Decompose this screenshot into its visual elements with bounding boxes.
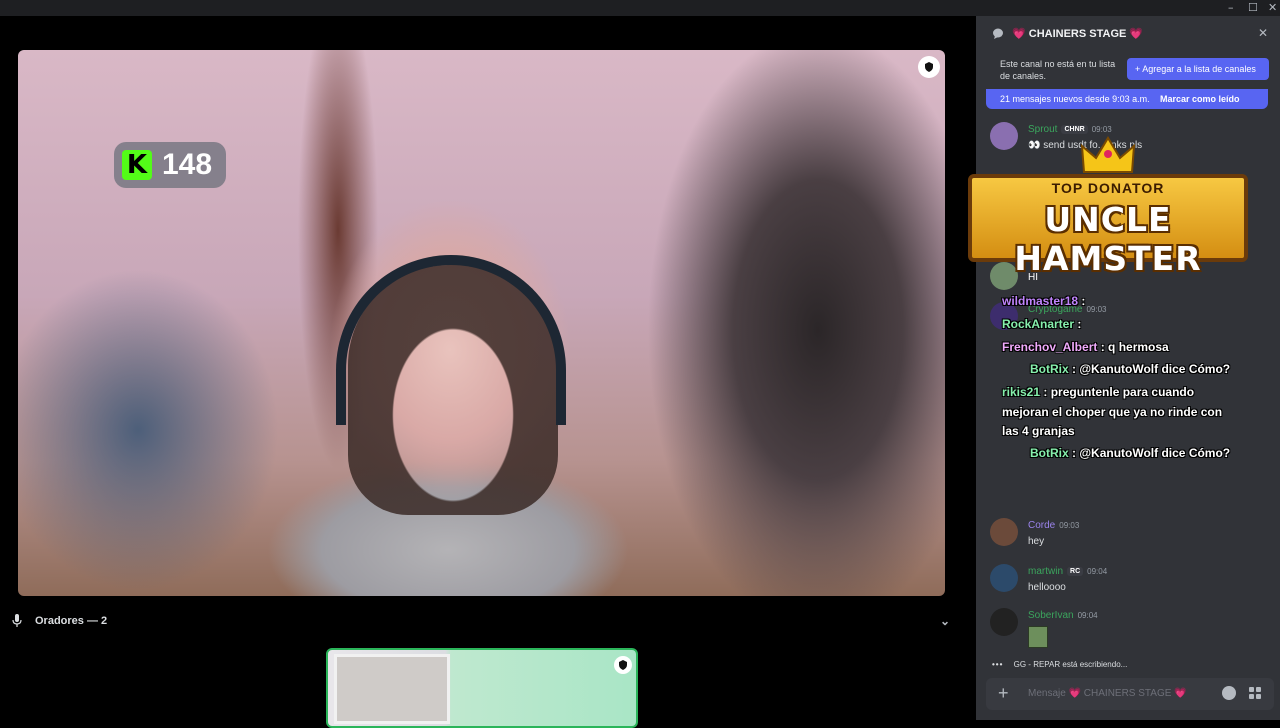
message-text: hey — [1028, 536, 1045, 547]
plus-icon[interactable]: + — [998, 683, 1009, 704]
overlay-chat-user: rikis21 — [1002, 385, 1041, 399]
overlay-chat-text: : @KanutoWolf dice Cómo? — [1068, 362, 1231, 376]
overlay-chat-user: BotRix — [1030, 446, 1069, 460]
speakers-label: Oradores — 2 — [35, 615, 108, 627]
emoji-icon[interactable] — [1222, 686, 1236, 700]
avatar[interactable] — [990, 564, 1018, 592]
shield-icon[interactable] — [614, 656, 632, 674]
sticker-image — [1028, 626, 1048, 648]
typing-indicator: ••• GG - REPAR está escribiendo... — [992, 660, 1127, 669]
overlay-chat-text: : @KanutoWolf dice Cómo? — [1068, 446, 1231, 460]
overlay-chat-line: rikis21 : preguntenle para cuando — [1002, 385, 1194, 399]
channel-title: 💗 CHAINERS STAGE 💗 — [1012, 28, 1144, 40]
avatar[interactable] — [990, 608, 1018, 636]
username-text[interactable]: Corde — [1028, 520, 1055, 531]
message-time: 09:04 — [1087, 567, 1108, 576]
message-composer[interactable]: + Mensaje 💗 CHAINERS STAGE 💗 — [986, 678, 1274, 710]
crown-icon — [1080, 136, 1136, 173]
message-time: 09:03 — [1086, 305, 1107, 314]
overlay-chat-line: las 4 granjas — [1002, 424, 1075, 438]
username-text[interactable]: SoberIvan — [1028, 610, 1074, 621]
message-time: 09:04 — [1077, 611, 1098, 620]
message-text: helloooo — [1028, 582, 1066, 593]
new-messages-text: 21 mensajes nuevos desde 9:03 a.m. — [1000, 94, 1150, 104]
overlay-chat-text: : — [1078, 294, 1086, 308]
overlay-chat-user: BotRix — [1030, 362, 1069, 376]
top-donator-label: TOP DONATOR — [1051, 180, 1165, 196]
speakers-bar[interactable]: Oradores — 2 ⌄ — [0, 604, 972, 636]
chat-bubble-icon — [993, 28, 1003, 39]
avatar[interactable] — [990, 122, 1018, 150]
new-messages-bar[interactable]: 21 mensajes nuevos desde 9:03 a.m. Marca… — [986, 89, 1268, 109]
microphone-icon — [12, 614, 22, 627]
mark-read-button[interactable]: Marcar como leído — [1160, 89, 1240, 109]
close-icon[interactable]: ✕ — [1258, 26, 1268, 40]
overlay-chat-user: wildmaster18 — [1002, 294, 1079, 308]
channel-notice: Este canal no está en tu lista de canale… — [1000, 59, 1116, 81]
overlay-chat-text: : — [1074, 317, 1082, 331]
top-donator-name: UNCLE HAMSTER — [1014, 200, 1202, 278]
speaker-thumbnail-video[interactable] — [326, 648, 638, 728]
username-text[interactable]: Sprout — [1028, 124, 1057, 135]
chevron-down-icon[interactable]: ⌄ — [940, 614, 950, 628]
shield-icon[interactable] — [918, 56, 940, 78]
overlay-chat-text: mejoran el choper que ya no rinde con — [1002, 405, 1223, 419]
video-headset — [336, 255, 566, 425]
kick-viewer-count: 148 — [162, 148, 213, 181]
username-text[interactable]: martwin — [1028, 566, 1063, 577]
main-video-feed[interactable]: K 148 — [18, 50, 945, 596]
apps-icon[interactable] — [1248, 686, 1262, 700]
top-donator-banner: TOP DONATOR UNCLE HAMSTER — [968, 174, 1248, 278]
window-titlebar: – ☐ ✕ — [0, 0, 1280, 16]
avatar[interactable] — [990, 518, 1018, 546]
overlay-chat-line: BotRix : @KanutoWolf dice Cómo? — [1030, 362, 1230, 376]
message-input[interactable]: Mensaje 💗 CHAINERS STAGE 💗 — [1028, 688, 1187, 699]
close-window-button[interactable]: ✕ — [1268, 1, 1277, 14]
minimize-button[interactable]: – — [1228, 1, 1234, 14]
chat-header: 💗 CHAINERS STAGE 💗 ✕ — [976, 16, 1280, 52]
overlay-chat-line: Frenchov_Albert : q hermosa — [1002, 340, 1169, 354]
overlay-chat-line: wildmaster18 : — [1002, 294, 1085, 308]
user-tag: RC — [1067, 567, 1084, 576]
message-time: 09:03 — [1059, 521, 1080, 530]
maximize-button[interactable]: ☐ — [1248, 1, 1258, 14]
overlay-chat-user: Frenchov_Albert — [1002, 340, 1098, 354]
add-channel-button[interactable]: + Agregar a la lista de canales — [1127, 58, 1269, 80]
message-username[interactable]: SoberIvan 09:04 — [1028, 610, 1098, 621]
overlay-chat-text: las 4 granjas — [1002, 424, 1075, 438]
message-username[interactable]: martwin RC 09:04 — [1028, 566, 1107, 577]
overlay-chat-line: RockAnarter : — [1002, 317, 1081, 331]
overlay-chat-text: : preguntenle para cuando — [1040, 385, 1195, 399]
kick-viewer-badge: K 148 — [114, 142, 226, 188]
typing-dots-icon: ••• — [992, 660, 1004, 669]
typing-text: GG - REPAR está escribiendo... — [1013, 660, 1128, 669]
overlay-chat-line: BotRix : @KanutoWolf dice Cómo? — [1030, 446, 1230, 460]
overlay-chat-line: mejoran el choper que ya no rinde con — [1002, 405, 1222, 419]
overlay-chat-user: RockAnarter — [1002, 317, 1075, 331]
video-background-shelf — [334, 654, 450, 724]
overlay-chat-text: : q hermosa — [1097, 340, 1169, 354]
kick-logo-icon: K — [122, 150, 152, 180]
message-username[interactable]: Corde 09:03 — [1028, 520, 1079, 531]
